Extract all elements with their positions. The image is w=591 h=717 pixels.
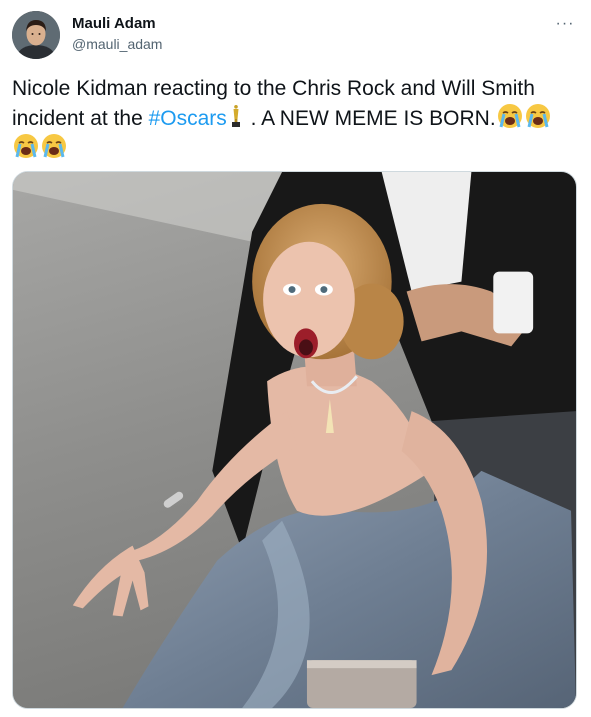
loudly-crying-face-emoji [12, 133, 40, 159]
tweet-text-part2: . A NEW MEME IS BORN. [244, 107, 496, 130]
oscar-trophy-emoji [227, 103, 245, 129]
hashtag-link[interactable]: #Oscars [149, 107, 227, 130]
tweet-text: Nicole Kidman reacting to the Chris Rock… [12, 75, 572, 163]
more-options-icon[interactable]: ··· [553, 12, 577, 36]
display-name[interactable]: Mauli Adam [72, 14, 162, 33]
avatar[interactable] [12, 11, 60, 59]
tweet-photo[interactable] [12, 171, 577, 709]
user-handle[interactable]: @mauli_adam [72, 35, 162, 54]
tweet-card[interactable]: Mauli Adam @mauli_adam ··· Nicole Kidman… [0, 0, 591, 717]
author-info: Mauli Adam @mauli_adam [72, 14, 162, 54]
loudly-crying-face-emoji [496, 103, 524, 129]
loudly-crying-face-emoji [40, 133, 68, 159]
loudly-crying-face-emoji [524, 103, 552, 129]
